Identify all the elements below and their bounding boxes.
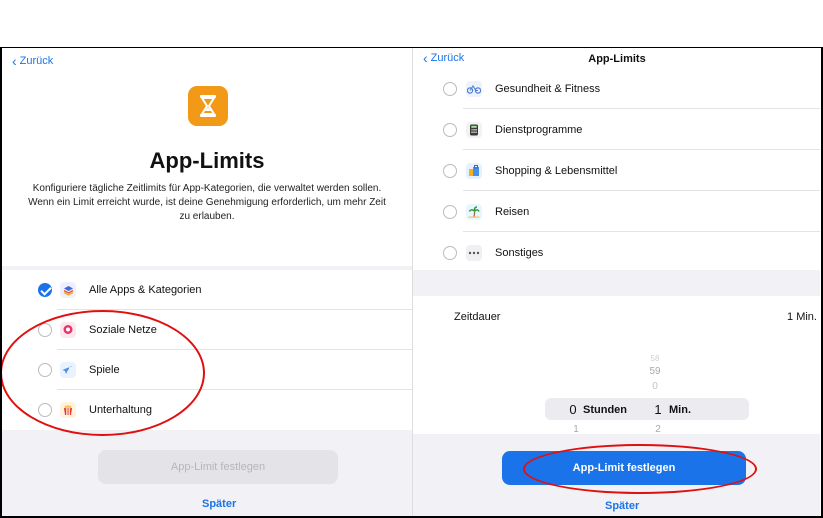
back-label: Zurück [19,55,54,67]
layers-icon [60,282,76,298]
list-item-label: Soziale Netze [89,324,157,336]
back-button[interactable]: ‹ Zurück [12,52,54,69]
category-list: Alle Apps & Kategorien Soziale Netze Spi… [2,270,412,430]
palm-tree-icon [466,203,482,220]
list-item-utilities[interactable]: Dienstprogramme [413,109,820,150]
list-item-health[interactable]: Gesundheit & Fitness [413,68,820,109]
top-bar [0,0,823,48]
set-limit-button-disabled[interactable]: App-Limit festlegen [98,450,338,484]
left-pane: ‹ Zurück App-Limits Konfiguriere täglich… [2,48,412,516]
later-link[interactable]: Später [202,498,236,510]
picker-hours-unit: Stunden [583,404,627,416]
section-spacer [413,270,820,296]
radio-circle-icon[interactable] [443,122,457,137]
list-item-entertainment[interactable]: Unterhaltung [2,390,412,430]
duration-label: Zeitdauer [454,311,501,323]
radio-circle-icon[interactable] [38,403,52,417]
set-limit-button[interactable]: App-Limit festlegen [502,451,746,485]
bicycle-icon [466,80,482,97]
list-item-label: Reisen [495,205,530,218]
later-link[interactable]: Später [605,500,639,512]
picker-minutes-unit: Min. [669,404,691,416]
list-item-label: Shopping & Lebensmittel [495,164,618,177]
time-picker[interactable]: 58 59 0 0 Stunden 1 Min. 1 2 [413,338,820,436]
calculator-icon [466,121,482,138]
nav-title: App-Limits [588,53,646,65]
picker-minutes-selected: 1 [654,402,662,417]
list-item-games[interactable]: Spiele [2,350,412,390]
list-item-other[interactable]: Sonstiges [413,232,820,273]
radio-circle-icon[interactable] [443,163,457,178]
list-item-label: Unterhaltung [89,404,152,416]
list-item-all-apps[interactable]: Alle Apps & Kategorien [2,270,412,310]
radio-circle-icon[interactable] [443,245,457,260]
chevron-left-icon: ‹ [12,52,17,69]
checkmark-icon[interactable] [38,283,52,297]
shopping-bag-icon [466,162,482,179]
category-list: Gesundheit & Fitness Dienstprogramme Sho… [413,68,820,273]
duration-value: 1 Min. [787,311,817,323]
picker-minute-option: 59 [649,366,661,377]
radio-circle-icon[interactable] [38,363,52,377]
radio-circle-icon[interactable] [443,81,457,96]
duration-row[interactable]: Zeitdauer 1 Min. [413,296,820,338]
ellipsis-icon [466,244,482,261]
picker-minute-option: 58 [650,354,660,363]
list-item-label: Sonstiges [495,246,544,259]
hourglass-icon [188,86,228,126]
list-item-shopping[interactable]: Shopping & Lebensmittel [413,150,820,191]
radio-circle-icon[interactable] [38,323,52,337]
page-description: Konfiguriere tägliche Zeitlimits für App… [28,183,386,222]
chat-bubble-icon [60,322,76,338]
right-pane: ‹ Zurück App-Limits Gesundheit & Fitness… [412,48,820,516]
page-title: App-Limits [149,148,265,173]
list-item-label: Dienstprogramme [495,123,583,136]
popcorn-icon [60,402,76,418]
list-item-social[interactable]: Soziale Netze [2,310,412,350]
picker-minute-option: 0 [652,381,658,392]
picker-hours-selected: 0 [569,402,577,417]
list-item-label: Alle Apps & Kategorien [89,284,202,296]
rocket-icon [60,362,76,378]
list-item-label: Spiele [89,364,120,376]
radio-circle-icon[interactable] [443,204,457,219]
list-item-label: Gesundheit & Fitness [495,82,601,95]
list-item-travel[interactable]: Reisen [413,191,820,232]
